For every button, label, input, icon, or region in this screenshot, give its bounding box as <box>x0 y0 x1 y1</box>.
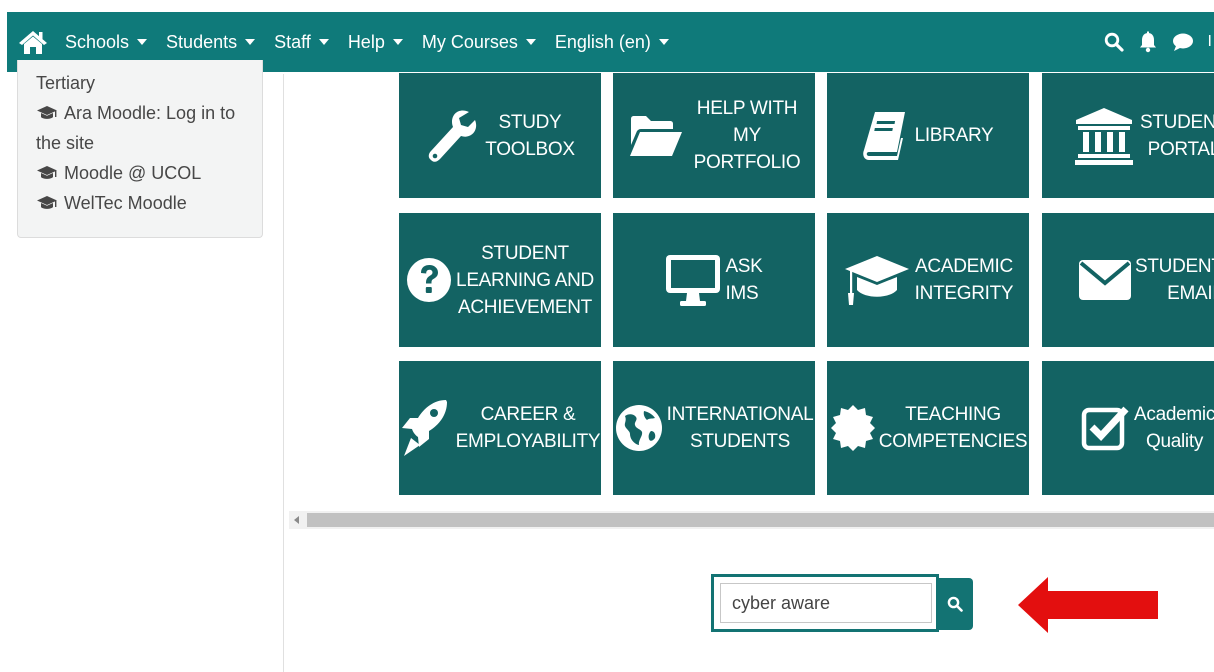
tile-label: STUDENT PORTAL <box>1140 111 1214 160</box>
globe-icon <box>615 404 663 452</box>
sidebar-item-label: Ara Moodle: Log in to the site <box>36 103 236 153</box>
caret-left-icon <box>294 516 299 524</box>
red-arrow-annotation <box>1018 577 1158 633</box>
nav-help[interactable]: Help <box>348 32 403 53</box>
nav-students[interactable]: Students <box>166 31 256 53</box>
sidebar-item-tertiary[interactable]: Tertiary <box>36 68 246 98</box>
scroll-left-button[interactable] <box>289 511 305 529</box>
nav-students-label: Students <box>166 31 238 52</box>
nav-right-tools: I <box>1104 12 1214 72</box>
tile-help-with-my-portfolio[interactable]: HELP WITH MY PORTFOLIO <box>613 73 815 198</box>
university-icon <box>1074 106 1134 166</box>
envelope-icon <box>1078 258 1132 302</box>
horizontal-scrollbar[interactable] <box>289 511 1214 529</box>
nav-language-label: English (en) <box>554 31 651 52</box>
tile-ask-ims[interactable]: ASK IMS <box>613 213 815 347</box>
search-toggle-button[interactable] <box>1104 32 1124 52</box>
graduation-cap-icon <box>37 106 57 119</box>
column-divider <box>283 74 284 672</box>
folder-open-icon <box>628 113 684 159</box>
graduation-cap-icon <box>843 253 911 307</box>
search-icon <box>1104 32 1124 52</box>
graduation-cap-icon <box>37 166 57 179</box>
caret-down-icon <box>137 39 148 45</box>
sidebar-item-label: WelTec Moodle <box>64 193 187 213</box>
tile-label: STUDENT EMAIL <box>1135 256 1214 304</box>
tile-career-and-employability[interactable]: CAREER & EMPLOYABILITY <box>399 361 601 495</box>
sidebar-link-list: Tertiary Ara Moodle: Log in to the site … <box>36 68 246 218</box>
nav-schools-label: Schools <box>65 31 130 52</box>
sidebar-item-label: Tertiary <box>36 73 96 93</box>
tile-teaching-competencies[interactable]: TEACHING COMPETENCIES <box>827 361 1029 495</box>
nav-staff-label: Staff <box>274 31 311 52</box>
notifications-button[interactable] <box>1138 31 1158 53</box>
desktop-icon <box>665 252 721 308</box>
check-square-icon <box>1080 402 1132 454</box>
user-menu-truncated[interactable]: I <box>1208 33 1212 51</box>
tile-label: STUDENT LEARNING AND ACHIEVEMENT <box>456 242 594 318</box>
nav-help-label: Help <box>347 31 385 52</box>
nav-schools[interactable]: Schools <box>65 31 148 53</box>
scrollbar-thumb[interactable] <box>307 513 1214 527</box>
rocket-icon <box>400 398 450 458</box>
tile-label: ASK IMS <box>725 256 763 304</box>
certificate-icon <box>829 402 877 454</box>
tile-library[interactable]: LIBRARY <box>827 73 1029 198</box>
sidebar-item-ara-moodle[interactable]: Ara Moodle: Log in to the site <box>36 98 246 158</box>
tile-student-email[interactable]: STUDENT EMAIL <box>1042 213 1214 347</box>
tile-student-portal[interactable]: STUDENT PORTAL <box>1042 73 1214 198</box>
nav-staff[interactable]: Staff <box>274 32 329 53</box>
tile-label: INTERNATIONAL STUDENTS <box>666 404 814 452</box>
messages-button[interactable] <box>1172 32 1194 52</box>
book-icon <box>862 110 907 162</box>
tile-label: Academic Quality <box>1134 404 1214 452</box>
bell-icon <box>1139 31 1156 53</box>
tile-study-toolbox[interactable]: STUDY TOOLBOX <box>399 73 601 198</box>
caret-down-icon <box>525 39 536 45</box>
caret-down-icon <box>318 39 329 45</box>
nav-my-courses[interactable]: My Courses <box>422 32 536 53</box>
tile-academic-integrity[interactable]: ACADEMIC INTEGRITY <box>827 213 1029 347</box>
tile-label: TEACHING COMPETENCIES <box>878 404 1028 452</box>
sidebar-item-weltec-moodle[interactable]: WelTec Moodle <box>36 188 246 218</box>
caret-down-icon <box>245 39 256 45</box>
tile-international-students[interactable]: INTERNATIONAL STUDENTS <box>613 361 815 495</box>
nav-language[interactable]: English (en) <box>555 32 669 53</box>
search-box-highlight <box>711 574 939 632</box>
caret-down-icon <box>392 39 403 45</box>
tile-label: ACADEMIC INTEGRITY <box>914 256 1014 304</box>
caret-down-icon <box>658 39 669 45</box>
graduation-cap-icon <box>37 196 57 209</box>
tile-label: LIBRARY <box>914 125 994 146</box>
tile-label: STUDY TOOLBOX <box>485 111 575 160</box>
sidebar-item-label: Moodle @ UCOL <box>64 163 202 183</box>
nav-my-courses-label: My Courses <box>421 31 518 52</box>
wrench-icon <box>425 108 477 164</box>
sidebar-block: Tertiary Ara Moodle: Log in to the site … <box>17 60 263 238</box>
search-button[interactable] <box>936 578 973 630</box>
tile-academic-quality[interactable]: Academic Quality <box>1042 361 1214 495</box>
search-icon <box>947 596 963 612</box>
tile-student-learning-and-achievement[interactable]: STUDENT LEARNING AND ACHIEVEMENT <box>399 213 601 347</box>
search-input[interactable] <box>720 583 932 623</box>
tile-label: CAREER & EMPLOYABILITY <box>455 404 601 452</box>
home-icon <box>19 31 47 54</box>
tile-label: HELP WITH MY PORTFOLIO <box>693 98 801 173</box>
question-circle-icon <box>406 257 452 303</box>
main-menu: Schools Students Staff Help My Courses E… <box>65 32 688 53</box>
comment-icon <box>1172 33 1193 51</box>
sidebar-item-moodle-ucol[interactable]: Moodle @ UCOL <box>36 158 246 188</box>
